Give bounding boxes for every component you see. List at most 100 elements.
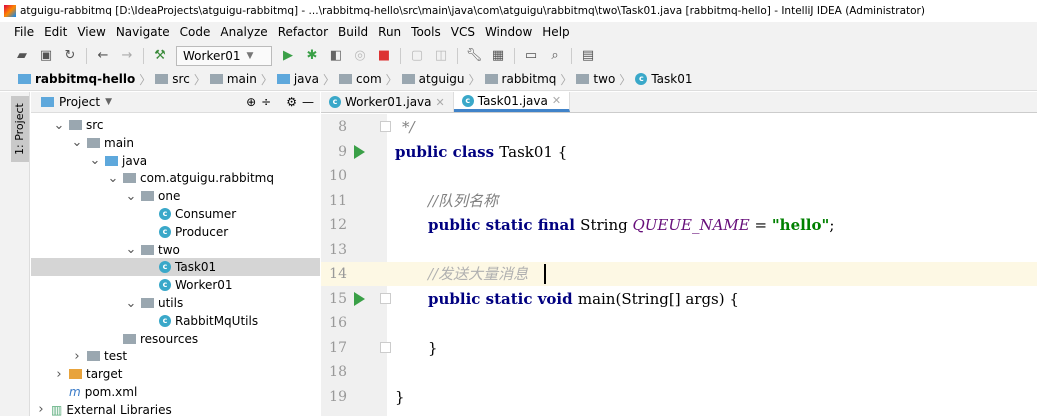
line-number: 10 bbox=[329, 168, 347, 184]
breadcrumb-item[interactable]: java bbox=[276, 72, 319, 86]
string-literal: "hello" bbox=[771, 216, 830, 234]
separator bbox=[143, 47, 144, 64]
operator: = bbox=[749, 216, 772, 234]
gear-icon[interactable]: ⚙ bbox=[286, 95, 297, 109]
run-icon[interactable]: ▶ bbox=[280, 48, 296, 64]
project-view-icon bbox=[41, 97, 54, 107]
tree-item[interactable]: c RabbitMqUtils bbox=[31, 312, 320, 330]
close-icon[interactable]: ✕ bbox=[436, 96, 445, 109]
run-config-select[interactable]: Worker01 ▼ bbox=[176, 45, 272, 66]
back-icon[interactable]: ← bbox=[95, 48, 111, 64]
menu-tools[interactable]: Tools bbox=[411, 22, 441, 43]
module-icon bbox=[18, 74, 31, 84]
separator bbox=[571, 47, 572, 64]
tree-item[interactable]: › target bbox=[31, 365, 320, 383]
class-name: Task01 { bbox=[499, 143, 568, 161]
chevron-down-icon[interactable]: ▼ bbox=[105, 97, 112, 107]
breadcrumb-item[interactable]: rabbitmq-hello bbox=[18, 72, 135, 86]
tab-worker01[interactable]: c Worker01.java ✕ bbox=[321, 92, 454, 112]
menu-code[interactable]: Code bbox=[180, 22, 211, 43]
tab-task01[interactable]: c Task01.java ✕ bbox=[453, 92, 571, 112]
menu-bar: File Edit View Navigate Code Analyze Ref… bbox=[0, 22, 1037, 43]
package-icon bbox=[123, 173, 136, 184]
tree-item[interactable]: ⌄ two bbox=[31, 241, 320, 259]
code-text: public static void main(String[] args) { bbox=[428, 287, 739, 311]
line-number: 18 bbox=[329, 364, 347, 380]
build-hammer-icon[interactable]: ⚒ bbox=[152, 48, 168, 64]
code-text: public class Task01 { bbox=[395, 140, 567, 164]
keyword: public static final bbox=[428, 216, 581, 234]
settings-wrench-icon[interactable]: 🔧︎ bbox=[466, 48, 483, 64]
tree-item[interactable]: ⌄ com.atguigu.rabbitmq bbox=[31, 169, 320, 187]
class-icon: c bbox=[461, 94, 474, 107]
save-icon[interactable]: ▣ bbox=[38, 48, 54, 64]
menu-build[interactable]: Build bbox=[338, 22, 368, 43]
debug-icon[interactable]: ✱ bbox=[304, 48, 320, 64]
project-structure-icon[interactable]: ▦ bbox=[490, 48, 506, 64]
menu-view[interactable]: View bbox=[77, 22, 105, 43]
line-number: 13 bbox=[329, 241, 347, 258]
project-panel-header: Project ▼ ⊕ ÷ ⚙ — bbox=[31, 92, 320, 113]
update-icon[interactable]: ◫ bbox=[433, 48, 449, 64]
code-line-14: //发送大量消息 bbox=[0, 262, 1037, 286]
menu-help[interactable]: Help bbox=[542, 22, 569, 43]
chevron-right-icon: 〉 bbox=[560, 72, 573, 87]
attach-icon[interactable]: ▢ bbox=[409, 48, 425, 64]
coverage-icon[interactable]: ◧ bbox=[328, 48, 344, 64]
breadcrumb-item[interactable]: rabbitmq bbox=[484, 72, 556, 86]
search-icon[interactable]: ⌕ bbox=[547, 48, 563, 64]
breadcrumb-item[interactable]: two bbox=[576, 72, 615, 86]
run-config-label: Worker01 bbox=[183, 48, 241, 63]
menu-file[interactable]: File bbox=[14, 22, 34, 43]
editor-tabs: c Worker01.java ✕ c Task01.java ✕ bbox=[321, 92, 1037, 113]
stop-icon[interactable]: ■ bbox=[376, 48, 392, 64]
window-title: atguigu-rabbitmq [D:\IdeaProjects\atguig… bbox=[20, 5, 925, 17]
breadcrumb-item[interactable]: src bbox=[155, 72, 190, 86]
breadcrumb-label: src bbox=[172, 72, 190, 86]
chevron-down-icon[interactable]: ⌄ bbox=[125, 242, 137, 257]
menu-refactor[interactable]: Refactor bbox=[278, 22, 328, 43]
menu-navigate[interactable]: Navigate bbox=[116, 22, 170, 43]
chevron-down-icon: ▼ bbox=[246, 50, 254, 61]
chevron-right-icon: 〉 bbox=[468, 72, 481, 87]
tree-item-label: two bbox=[158, 242, 180, 257]
tree-item-label: com.atguigu.rabbitmq bbox=[140, 171, 274, 186]
folder-icon bbox=[209, 74, 223, 84]
brace: } bbox=[395, 388, 405, 406]
code-line-11: //队列名称 bbox=[0, 189, 1037, 213]
sync-icon[interactable]: ↻ bbox=[62, 48, 78, 64]
code-line-9: public class Task01 { bbox=[0, 140, 1037, 164]
open-folder-icon[interactable]: ▰ bbox=[14, 48, 30, 64]
menu-edit[interactable]: Edit bbox=[44, 22, 67, 43]
line-number: 16 bbox=[329, 315, 347, 331]
code-line-19: } bbox=[0, 385, 1037, 409]
terminal-icon[interactable]: ▭ bbox=[523, 48, 539, 64]
forward-icon[interactable]: → bbox=[119, 48, 135, 64]
separator bbox=[400, 47, 401, 64]
project-view-select[interactable]: Project bbox=[59, 95, 100, 109]
chevron-right-icon[interactable]: › bbox=[53, 367, 65, 382]
separator bbox=[457, 47, 458, 64]
profile-icon[interactable]: ◎ bbox=[352, 48, 368, 64]
menu-vcs[interactable]: VCS bbox=[451, 22, 475, 43]
breadcrumb-item[interactable]: c Task01 bbox=[635, 72, 692, 86]
chevron-right-icon: 〉 bbox=[619, 72, 632, 87]
tree-item-label: RabbitMqUtils bbox=[175, 313, 259, 328]
code-line-17: } bbox=[0, 336, 1037, 360]
breadcrumb-item[interactable]: com bbox=[339, 72, 382, 86]
hide-icon[interactable]: — bbox=[302, 95, 314, 109]
menu-run[interactable]: Run bbox=[378, 22, 401, 43]
menu-analyze[interactable]: Analyze bbox=[220, 22, 267, 43]
tasks-icon[interactable]: ▤ bbox=[580, 48, 596, 64]
menu-window[interactable]: Window bbox=[485, 22, 532, 43]
close-icon[interactable]: ✕ bbox=[552, 94, 561, 107]
comment-end: */ bbox=[402, 118, 415, 136]
comment: //队列名称 bbox=[428, 192, 499, 210]
breadcrumb-item[interactable]: main bbox=[209, 72, 257, 86]
chevron-down-icon[interactable]: ⌄ bbox=[107, 171, 119, 186]
collapse-icon[interactable]: ÷ bbox=[261, 95, 271, 109]
locate-icon[interactable]: ⊕ bbox=[246, 95, 256, 109]
type: String bbox=[580, 216, 633, 234]
breadcrumb-item[interactable]: atguigu bbox=[401, 72, 465, 86]
intellij-logo-icon bbox=[4, 5, 16, 17]
